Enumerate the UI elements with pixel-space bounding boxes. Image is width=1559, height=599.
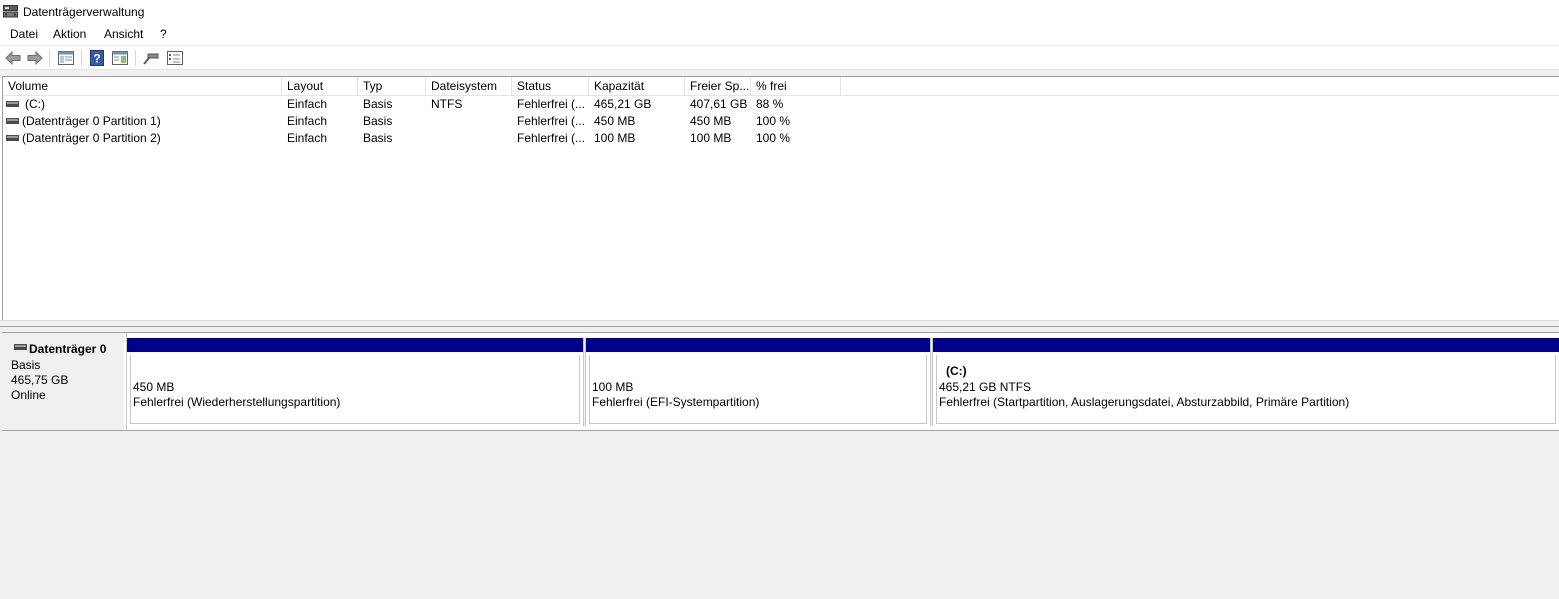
partition-size: 450 MB — [133, 380, 175, 394]
volume-icon — [6, 101, 19, 107]
disk-size: 465,75 GB — [11, 373, 69, 387]
volume-layout: Einfach — [287, 97, 328, 111]
help-icon: ? — [90, 50, 104, 66]
console-tree-icon — [58, 51, 74, 65]
partition-bar — [933, 338, 1559, 352]
back-icon — [5, 51, 21, 65]
volume-list-header: Volume Layout Typ Dateisystem Status Kap… — [3, 77, 1559, 96]
volume-free-space: 450 MB — [690, 114, 732, 128]
disk-icon — [14, 344, 27, 350]
forward-icon — [27, 51, 43, 65]
volume-capacity: 100 MB — [594, 131, 636, 145]
partition-body — [130, 355, 580, 424]
partition-system-c[interactable]: (C:) 465,21 GB NTFS Fehlerfrei (Startpar… — [933, 338, 1559, 426]
window-title: Datenträgerverwaltung — [23, 5, 145, 19]
volume-percent-free: 88 % — [756, 97, 784, 111]
disk-management-icon — [3, 5, 18, 18]
partition-title: (C:) — [946, 364, 967, 378]
volume-filesystem — [426, 130, 512, 147]
menu-ansicht[interactable]: Ansicht — [104, 27, 143, 41]
partition-size: 100 MB — [592, 380, 634, 394]
action-pane-button[interactable] — [111, 49, 129, 67]
volume-free-space: 407,61 GB — [690, 97, 748, 111]
connect-button[interactable] — [142, 49, 160, 67]
volume-type: Basis — [363, 97, 393, 111]
column-header-percent-free[interactable]: % frei — [751, 77, 841, 95]
toolbar-separator — [81, 50, 82, 66]
volume-status: Fehlerfrei (... — [517, 97, 586, 111]
toolbar-separator — [135, 50, 136, 66]
action-pane-icon — [112, 51, 128, 65]
disk-type: Basis — [11, 358, 41, 372]
column-header-capacity[interactable]: Kapazität — [589, 77, 685, 95]
partition-bar — [127, 338, 583, 352]
volume-row[interactable]: (Datenträger 0 Partition 1) Einfach Basi… — [3, 113, 1559, 130]
partition-size: 465,21 GB NTFS — [939, 380, 1032, 394]
volume-layout: Einfach — [287, 131, 328, 145]
partition-status: Fehlerfrei (EFI-Systempartition) — [592, 395, 760, 409]
back-button[interactable] — [4, 49, 22, 67]
menu-help[interactable]: ? — [160, 27, 167, 41]
disk-state: Online — [11, 388, 46, 402]
volume-name: (Datenträger 0 Partition 1) — [22, 114, 161, 128]
volume-type: Basis — [363, 131, 393, 145]
disk-graph-pane: Datenträger 0 Basis 465,75 GB Online 450… — [0, 327, 1559, 599]
volume-free-space: 100 MB — [690, 131, 732, 145]
volume-name: (C:) — [25, 97, 45, 111]
partition-recovery[interactable]: 450 MB Fehlerfrei (Wiederherstellungspar… — [127, 338, 583, 426]
disk-name: Datenträger 0 — [29, 342, 107, 356]
volume-capacity: 450 MB — [594, 114, 636, 128]
volume-percent-free: 100 % — [756, 131, 791, 145]
help-button[interactable]: ? — [88, 49, 106, 67]
column-header-volume[interactable]: Volume — [3, 77, 282, 95]
toolbar-separator — [49, 50, 50, 66]
volume-percent-free: 100 % — [756, 114, 791, 128]
volume-filesystem: NTFS — [431, 97, 463, 111]
volume-status: Fehlerfrei (... — [517, 114, 586, 128]
volume-filesystem — [426, 113, 512, 130]
volume-layout: Einfach — [287, 114, 328, 128]
column-header-layout[interactable]: Layout — [282, 77, 358, 95]
partition-body — [589, 355, 927, 424]
svg-text:?: ? — [93, 52, 100, 66]
menu-aktion[interactable]: Aktion — [53, 27, 86, 41]
volume-name: (Datenträger 0 Partition 2) — [22, 131, 161, 145]
menu-bar: Datei Aktion Ansicht ? — [0, 24, 1559, 44]
volume-row[interactable]: (Datenträger 0 Partition 2) Einfach Basi… — [3, 130, 1559, 147]
volume-status: Fehlerfrei (... — [517, 131, 586, 145]
partition-status: Fehlerfrei (Startpartition, Auslagerungs… — [939, 395, 1350, 409]
properties-button[interactable] — [166, 49, 184, 67]
volume-list: Volume Layout Typ Dateisystem Status Kap… — [2, 76, 1559, 321]
pane-splitter[interactable] — [0, 320, 1559, 327]
console-tree-button[interactable] — [57, 49, 75, 67]
toolbar: ? — [0, 46, 1559, 70]
column-header-type[interactable]: Typ — [358, 77, 426, 95]
disk-row[interactable]: Datenträger 0 Basis 465,75 GB Online 450… — [2, 332, 1559, 431]
forward-button[interactable] — [26, 49, 44, 67]
column-header-filesystem[interactable]: Dateisystem — [426, 77, 512, 95]
volume-type: Basis — [363, 114, 393, 128]
partition-efi[interactable]: 100 MB Fehlerfrei (EFI-Systempartition) — [586, 338, 930, 426]
partition-bar — [586, 338, 930, 352]
column-header-status[interactable]: Status — [512, 77, 589, 95]
title-bar: Datenträgerverwaltung — [0, 0, 1559, 24]
menu-datei[interactable]: Datei — [10, 27, 38, 41]
partition-status: Fehlerfrei (Wiederherstellungspartition) — [133, 395, 341, 409]
volume-capacity: 465,21 GB — [594, 97, 652, 111]
volume-row[interactable]: (C:) Einfach Basis NTFS Fehlerfrei (... … — [3, 96, 1559, 113]
column-header-free-space[interactable]: Freier Sp... — [685, 77, 751, 95]
connect-icon — [143, 53, 159, 65]
properties-icon — [167, 51, 183, 65]
disk-label[interactable]: Datenträger 0 Basis 465,75 GB Online — [2, 333, 126, 430]
